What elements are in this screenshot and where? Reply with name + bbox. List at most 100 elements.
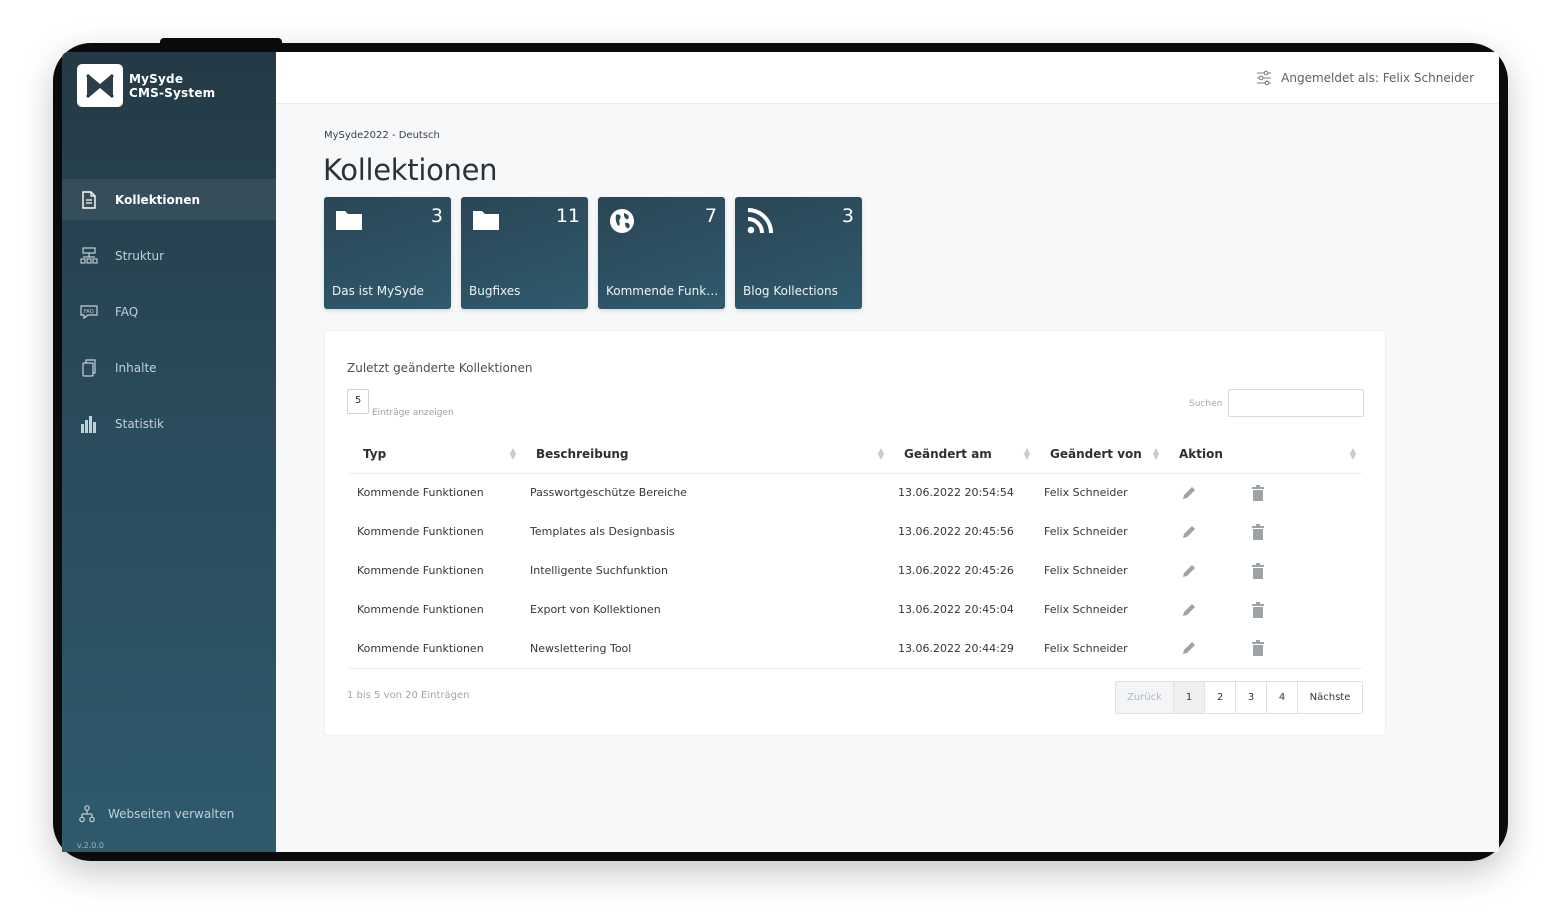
column-header-beschreibung[interactable]: Beschreibung ▲ ▼ (522, 435, 890, 474)
pagination-prev[interactable]: Zurück (1116, 682, 1174, 713)
cell-typ: Kommende Funktionen (357, 486, 484, 500)
recent-collections-table: Typ ▲ ▼ Beschreibung ▲ ▼ Geändert am ▲ ▼ Geänd… (349, 435, 1362, 669)
edit-pencil-icon[interactable] (1181, 640, 1197, 656)
pagination: Zurück 1 2 3 4 Nächste (1115, 681, 1363, 714)
column-header-typ[interactable]: Typ ▲ ▼ (349, 435, 522, 474)
cell-typ: Kommende Funktionen (357, 564, 484, 577)
sort-icon: ▲ ▼ (877, 446, 884, 461)
cell-geaendert-von: Felix Schneider (1044, 525, 1128, 538)
brand-line2: CMS-System (129, 85, 216, 100)
entries-per-page-label: Einträge anzeigen (372, 408, 454, 418)
collection-tile-bugfixes[interactable]: 11 Bugfixes (461, 197, 588, 309)
globe-icon (609, 207, 637, 235)
brand-logo[interactable]: MySyde CMS-System (77, 64, 215, 107)
column-header-label: Beschreibung (536, 446, 629, 461)
search-input[interactable] (1228, 389, 1364, 417)
search-label: Suchen (1189, 399, 1223, 409)
edit-pencil-icon[interactable] (1181, 563, 1197, 579)
cell-geaendert-von: Felix Schneider (1044, 486, 1128, 500)
cell-geaendert-von: Felix Schneider (1036, 629, 1165, 669)
entries-per-page-select[interactable]: 5 (347, 389, 369, 414)
manage-websites-link[interactable]: Webseiten verwalten (77, 804, 234, 824)
cell-typ: Kommende Funktionen (357, 525, 484, 538)
sidebar-item-label: Kollektionen (115, 192, 200, 207)
app-screen: MySyde CMS-System Kollektionen Struktur … (62, 52, 1499, 852)
cell-aktion (1165, 629, 1362, 669)
column-header-label: Geändert am (904, 446, 992, 461)
table-row: Kommende Funktionen Templates als Design… (349, 512, 1362, 551)
cell-typ: Kommende Funktionen (357, 603, 484, 616)
rss-icon (746, 207, 774, 235)
cell-beschreibung: Passwortgeschütze Bereiche (530, 486, 687, 500)
sidebar-item-label: FAQ (115, 304, 139, 319)
logged-in-user[interactable]: Angemeldet als: Felix Schneider (1281, 71, 1474, 85)
pagination-page-3[interactable]: 3 (1236, 682, 1267, 713)
breadcrumb[interactable]: MySyde2022 - Deutsch (324, 130, 440, 141)
topbar: Angemeldet als: Felix Schneider (276, 52, 1499, 104)
edit-pencil-icon[interactable] (1181, 524, 1197, 540)
sort-icon: ▲ ▼ (1023, 446, 1030, 461)
table-row: Kommende Funktionen Passwortgeschütze Be… (349, 473, 1362, 512)
brand-name: MySyde CMS-System (129, 72, 215, 100)
cell-geaendert-von: Felix Schneider (1044, 564, 1128, 577)
pagination-next[interactable]: Nächste (1298, 682, 1362, 713)
page-title: Kollektionen (323, 153, 498, 187)
cell-geaendert-am: 13.06.2022 20:54:54 (898, 486, 1014, 500)
tile-label: Kommende Funktionen (606, 284, 719, 298)
cell-beschreibung: Intelligente Suchfunktion (530, 564, 668, 577)
bar-chart-icon (79, 414, 99, 434)
cell-aktion (1165, 590, 1362, 629)
card-title: Zuletzt geänderte Kollektionen (347, 361, 533, 375)
tile-count: 7 (704, 205, 717, 227)
sort-icon: ▲ ▼ (509, 446, 516, 461)
sitemap-icon (79, 246, 99, 266)
column-header-aktion[interactable]: Aktion ▲ ▼ (1165, 435, 1362, 474)
sort-icon: ▲ ▼ (1152, 446, 1159, 461)
collection-tile-blog-kollections[interactable]: 3 Blog Kollections (735, 197, 862, 309)
manage-websites-label: Webseiten verwalten (108, 807, 235, 821)
sidebar-item-label: Struktur (115, 248, 165, 263)
sidebar-item-statistik[interactable]: Statistik (62, 403, 276, 444)
delete-trash-icon[interactable] (1251, 640, 1267, 657)
version-label: v.2.0.0 (77, 841, 105, 850)
column-header-geaendert-von[interactable]: Geändert von ▲ ▼ (1036, 435, 1165, 474)
folder-icon (335, 207, 363, 235)
pagination-page-4[interactable]: 4 (1267, 682, 1298, 713)
collection-tile-kommende-funktionen[interactable]: 7 Kommende Funktionen (598, 197, 725, 309)
collection-tile-das-ist-mysyde[interactable]: 3 Das ist MySyde (324, 197, 451, 309)
settings-sliders-icon[interactable] (1256, 70, 1272, 86)
cell-geaendert-am: 13.06.2022 20:44:29 (890, 629, 1036, 669)
sidebar: MySyde CMS-System Kollektionen Struktur … (62, 52, 276, 852)
cell-beschreibung: Templates als Designbasis (530, 525, 675, 538)
sidebar-item-faq[interactable]: FAQ FAQ (62, 291, 276, 332)
sidebar-nav: Kollektionen Struktur FAQ FAQ Inhalte St… (62, 179, 276, 459)
pagination-page-2[interactable]: 2 (1205, 682, 1236, 713)
copy-icon (79, 358, 99, 378)
pagination-page-1[interactable]: 1 (1174, 682, 1205, 713)
table-row: Kommende Funktionen Intelligente Suchfun… (349, 551, 1362, 590)
svg-text:FAQ: FAQ (84, 309, 94, 315)
cell-geaendert-am: 13.06.2022 20:45:04 (898, 603, 1014, 616)
column-header-geaendert-am[interactable]: Geändert am ▲ ▼ (890, 435, 1036, 474)
cell-aktion (1165, 512, 1362, 551)
folder-icon (472, 207, 500, 235)
document-icon (79, 190, 99, 210)
edit-pencil-icon[interactable] (1181, 485, 1197, 501)
cell-aktion (1165, 551, 1362, 590)
cell-geaendert-am: 13.06.2022 20:45:56 (898, 525, 1014, 538)
table-row: Kommende Funktionen Export von Kollektio… (349, 590, 1362, 629)
main-content: MySyde2022 - Deutsch Kollektionen 3 Das … (276, 104, 1499, 852)
collection-tiles: 3 Das ist MySyde 11 Bugfixes 7 Kommende … (324, 197, 872, 309)
recent-collections-card: Zuletzt geänderte Kollektionen 5 Einträg… (324, 330, 1386, 736)
sidebar-item-inhalte[interactable]: Inhalte (62, 347, 276, 388)
delete-trash-icon[interactable] (1251, 601, 1267, 618)
sidebar-item-struktur[interactable]: Struktur (62, 235, 276, 276)
cell-geaendert-am: 13.06.2022 20:45:26 (898, 564, 1014, 577)
tile-count: 11 (555, 205, 580, 227)
column-header-label: Typ (363, 446, 387, 461)
delete-trash-icon[interactable] (1251, 562, 1267, 579)
sidebar-item-kollektionen[interactable]: Kollektionen (62, 179, 276, 220)
delete-trash-icon[interactable] (1251, 523, 1267, 540)
edit-pencil-icon[interactable] (1181, 602, 1197, 618)
delete-trash-icon[interactable] (1251, 484, 1267, 501)
